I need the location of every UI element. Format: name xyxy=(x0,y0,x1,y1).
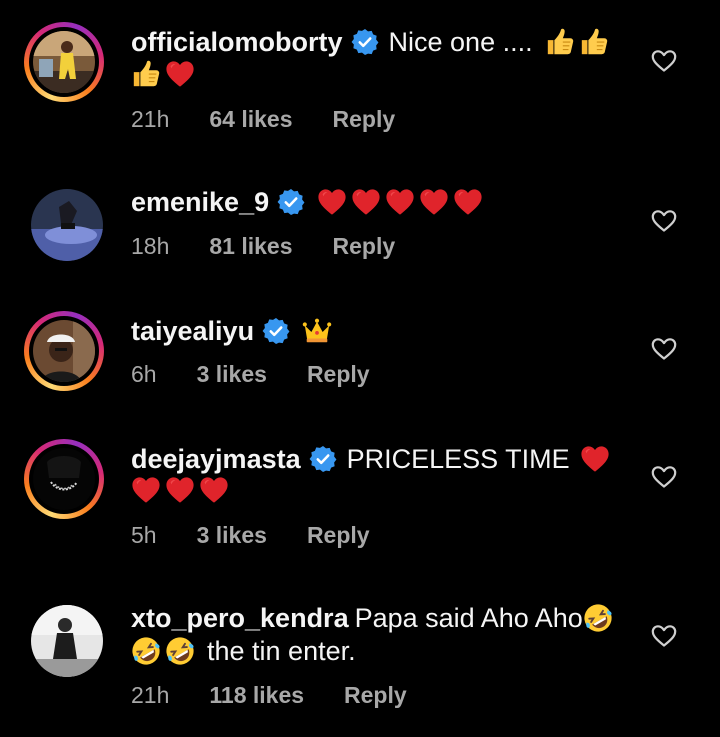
red-heart-emoji-icon xyxy=(317,187,347,217)
timestamp: 18h xyxy=(131,233,170,259)
rolling-laughing-emoji-icon xyxy=(165,636,195,666)
comment-text: the tin enter. xyxy=(207,636,356,666)
likes-count[interactable]: 118 likes xyxy=(209,681,304,709)
comment-text: Papa said Aho Aho xyxy=(354,603,583,633)
like-heart-icon[interactable] xyxy=(651,209,677,233)
thumbs-up-emoji-icon xyxy=(579,27,609,57)
username[interactable]: xto_pero_kendra xyxy=(131,602,349,634)
red-heart-emoji-icon xyxy=(199,475,229,505)
comment-text-line: xto_pero_kendra Papa said Aho Aho xyxy=(131,602,617,634)
likes-count[interactable]: 3 likes xyxy=(197,521,267,549)
rolling-laughing-emoji-icon xyxy=(131,636,161,666)
reply-button[interactable]: Reply xyxy=(333,105,396,133)
comment-text-line: the tin enter. xyxy=(131,635,356,667)
avatar[interactable] xyxy=(31,189,103,261)
emoji-group xyxy=(317,187,487,217)
comment-text-line xyxy=(131,59,199,89)
comment-meta: 21h 118 likes Reply xyxy=(131,681,407,709)
reply-button[interactable]: Reply xyxy=(307,360,370,388)
red-heart-emoji-icon xyxy=(580,444,610,474)
timestamp: 6h xyxy=(131,361,157,387)
thumbs-up-emoji-icon xyxy=(131,59,161,89)
like-heart-icon[interactable] xyxy=(651,49,677,73)
emoji-group xyxy=(583,603,617,633)
verified-badge-icon xyxy=(262,317,290,345)
emoji-group xyxy=(580,444,614,474)
reply-button[interactable]: Reply xyxy=(307,521,370,549)
avatar[interactable] xyxy=(24,22,104,102)
emoji-group xyxy=(302,316,336,346)
comment-text-line: emenike_9 xyxy=(131,186,487,218)
avatar[interactable] xyxy=(24,439,104,519)
username[interactable]: taiyealiyu xyxy=(131,315,254,347)
like-heart-icon[interactable] xyxy=(651,624,677,648)
red-heart-emoji-icon xyxy=(165,59,195,89)
rolling-laughing-emoji-icon xyxy=(583,603,613,633)
username[interactable]: deejayjmasta xyxy=(131,443,301,475)
comment-text-line xyxy=(131,475,233,505)
comment-text-line: taiyealiyu xyxy=(131,315,336,347)
likes-count[interactable]: 3 likes xyxy=(197,360,267,388)
timestamp: 21h xyxy=(131,682,170,708)
like-heart-icon[interactable] xyxy=(651,337,677,361)
username[interactable]: officialomoborty xyxy=(131,26,343,58)
comment-text-line: deejayjmasta PRICELESS TIME xyxy=(131,443,614,475)
username[interactable]: emenike_9 xyxy=(131,186,269,218)
red-heart-emoji-icon xyxy=(419,187,449,217)
comment-meta: 21h 64 likes Reply xyxy=(131,105,395,133)
comment-text: Nice one .... xyxy=(388,27,533,57)
red-heart-emoji-icon xyxy=(351,187,381,217)
avatar[interactable] xyxy=(24,311,104,391)
emoji-group xyxy=(131,475,233,505)
likes-count[interactable]: 64 likes xyxy=(209,105,292,133)
comment-text-line: officialomoborty Nice one .... xyxy=(131,26,613,58)
timestamp: 5h xyxy=(131,522,157,548)
thumbs-up-emoji-icon xyxy=(545,27,575,57)
reply-button[interactable]: Reply xyxy=(333,232,396,260)
verified-badge-icon xyxy=(351,28,379,56)
likes-count[interactable]: 81 likes xyxy=(209,232,292,260)
red-heart-emoji-icon xyxy=(453,187,483,217)
avatar[interactable] xyxy=(31,605,103,677)
verified-badge-icon xyxy=(309,445,337,473)
verified-badge-icon xyxy=(277,188,305,216)
comment-meta: 6h 3 likes Reply xyxy=(131,360,370,388)
crown-emoji-icon xyxy=(302,316,332,346)
timestamp: 21h xyxy=(131,106,170,132)
like-heart-icon[interactable] xyxy=(651,465,677,489)
red-heart-emoji-icon xyxy=(165,475,195,505)
red-heart-emoji-icon xyxy=(131,475,161,505)
emoji-group xyxy=(131,636,199,666)
red-heart-emoji-icon xyxy=(385,187,415,217)
comment-meta: 5h 3 likes Reply xyxy=(131,521,370,549)
reply-button[interactable]: Reply xyxy=(344,681,407,709)
emoji-group xyxy=(131,59,199,89)
emoji-group xyxy=(545,27,613,57)
comment-meta: 18h 81 likes Reply xyxy=(131,232,395,260)
comment-text: PRICELESS TIME xyxy=(346,444,570,474)
